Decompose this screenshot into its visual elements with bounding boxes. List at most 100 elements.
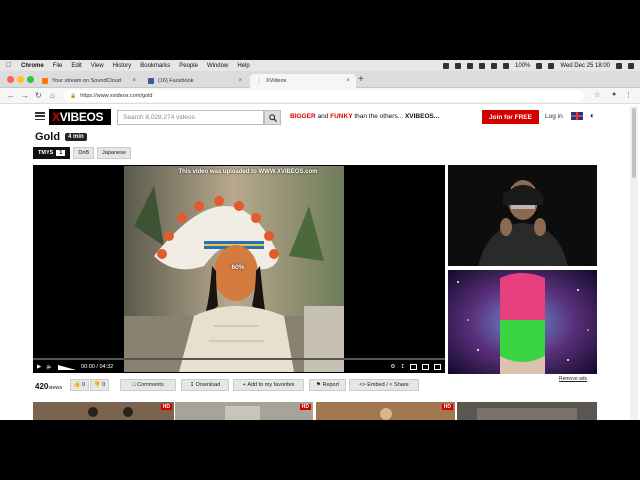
dropbox-icon[interactable]: [443, 62, 450, 69]
menu-view[interactable]: View: [91, 63, 104, 69]
download-button[interactable]: ↧ Download: [181, 379, 229, 391]
search-input[interactable]: Search 8,028,274 videos: [117, 110, 264, 125]
menu-people[interactable]: People: [179, 63, 198, 69]
home-icon[interactable]: ⌂: [50, 91, 55, 101]
add-favorites-button[interactable]: + Add to my favorites: [233, 379, 304, 391]
uk-flag-icon[interactable]: [571, 112, 583, 120]
reload-icon[interactable]: ↻: [35, 91, 42, 101]
tagline-bigger: BIGGER: [290, 113, 316, 120]
tag-japanese[interactable]: Japanese: [97, 147, 131, 159]
ad-thumbnail-1[interactable]: [448, 165, 597, 266]
site-logo[interactable]: X VIBEOS: [49, 109, 111, 125]
cloud-icon[interactable]: [455, 62, 462, 69]
play-icon[interactable]: ▶: [37, 364, 41, 370]
volume-slider[interactable]: [58, 364, 77, 370]
remove-ads-link[interactable]: Remove ads: [559, 376, 587, 382]
video-player[interactable]: This video was uploaded to WWW.XVIBEOS.c…: [33, 165, 445, 373]
menu-edit[interactable]: Edit: [71, 63, 81, 69]
wifi-icon[interactable]: [491, 62, 498, 69]
menu-bookmarks[interactable]: Bookmarks: [140, 63, 170, 69]
battery-percent[interactable]: 100%: [515, 63, 530, 69]
views-label: views: [48, 385, 63, 391]
zoom-window-icon[interactable]: [27, 76, 34, 83]
time-machine-icon[interactable]: [467, 62, 474, 69]
menu-file[interactable]: File: [53, 63, 63, 69]
volume-icon[interactable]: [503, 62, 510, 69]
page-scrollbar[interactable]: [630, 106, 638, 420]
like-button[interactable]: 👍 0: [70, 379, 89, 391]
pip-icon[interactable]: [410, 364, 417, 370]
download-label: Download: [195, 382, 221, 388]
tag-dnb[interactable]: DnB: [73, 147, 95, 159]
menu-help[interactable]: Help: [237, 63, 249, 69]
duration-badge: 4 min: [65, 133, 87, 141]
close-tab-icon[interactable]: ×: [132, 78, 136, 84]
bluetooth-icon[interactable]: [479, 62, 486, 69]
video-thumbnail[interactable]: [457, 402, 597, 420]
tab-xvideos[interactable]: ⋮ XVideos ×: [250, 74, 356, 88]
theme-toggle-icon[interactable]: ◐: [590, 111, 595, 120]
view-count: 420views: [35, 382, 62, 391]
close-tab-icon[interactable]: ×: [346, 78, 350, 84]
close-tab-icon[interactable]: ×: [238, 78, 242, 84]
chrome-menu-icon[interactable]: ⋮: [625, 91, 632, 99]
tagline-rest: than the others...: [354, 113, 404, 120]
input-source-icon[interactable]: [548, 62, 555, 69]
comment-icon: □: [132, 382, 136, 388]
fullscreen-icon[interactable]: [434, 364, 441, 370]
battery-icon[interactable]: [536, 62, 543, 69]
login-link[interactable]: Log in: [545, 113, 563, 120]
tab-title: XVideos: [266, 78, 287, 84]
hd-badge: HD: [441, 404, 453, 410]
player-controls: ▶ 🔈 00:00 / 04:32 ⚙ ↧: [33, 361, 445, 373]
url-text: https://www.xvideos.com/gold: [80, 93, 153, 99]
video-thumbnail[interactable]: HD: [316, 402, 455, 420]
tagline-brand: XVIBEOS...: [404, 113, 440, 120]
video-title: Gold: [35, 131, 61, 143]
menu-history[interactable]: History: [113, 63, 132, 69]
tagline-and: and: [317, 113, 329, 120]
dislike-button[interactable]: 👎 0: [90, 379, 109, 391]
join-button[interactable]: Join for FREE: [482, 110, 539, 124]
clock[interactable]: Wed Dec 25 18:00: [560, 63, 610, 69]
settings-icon[interactable]: ⚙: [390, 364, 395, 370]
time-display: 00:00 / 04:32: [81, 364, 114, 370]
volume-icon[interactable]: 🔈: [46, 364, 53, 370]
spotlight-icon[interactable]: [616, 62, 622, 69]
uploader-tag[interactable]: TMYS 1: [33, 147, 71, 159]
logo-text: VIBEOS: [59, 110, 104, 124]
download-icon[interactable]: ↧: [400, 364, 405, 370]
report-button[interactable]: ⚑ Report: [309, 379, 346, 391]
video-thumbnail[interactable]: HD: [175, 402, 313, 420]
scrollbar-thumb[interactable]: [632, 108, 636, 178]
progress-bar[interactable]: [33, 358, 445, 360]
minimize-window-icon[interactable]: [17, 76, 24, 83]
profile-icon[interactable]: ●: [612, 91, 616, 98]
close-window-icon[interactable]: [7, 76, 14, 83]
embed-share-button[interactable]: <> Embed / < Share: [349, 379, 419, 391]
menu-app[interactable]: Chrome: [21, 63, 44, 69]
tagline: BIGGER and FUNKY than the others... XVIB…: [290, 113, 439, 120]
status-area: 100% Wed Dec 25 18:00: [443, 62, 634, 69]
search-button[interactable]: [264, 110, 281, 125]
cinema-mode-icon[interactable]: [422, 364, 429, 370]
video-thumbnail[interactable]: HD: [33, 402, 174, 420]
comments-label: Comments: [137, 382, 164, 388]
forward-icon[interactable]: →: [21, 91, 29, 101]
plus-icon: +: [242, 382, 246, 388]
ad-thumbnail-2[interactable]: [448, 270, 597, 374]
tab-soundcloud[interactable]: Your stream on SoundCloud ×: [36, 74, 142, 88]
apple-icon[interactable]: : [6, 62, 13, 69]
thumbnail-image: [33, 402, 174, 420]
notification-center-icon[interactable]: [628, 62, 634, 69]
lock-icon[interactable]: 🔒: [70, 93, 76, 99]
comments-button[interactable]: □ Comments: [120, 379, 176, 391]
url-field[interactable]: 🔒 https://www.xvideos.com/gold: [64, 90, 584, 102]
bookmark-star-icon[interactable]: ☆: [594, 91, 600, 99]
ad-image-1: [448, 165, 597, 266]
hamburger-menu-icon[interactable]: [35, 112, 45, 120]
menu-window[interactable]: Window: [207, 63, 228, 69]
new-tab-icon[interactable]: +: [358, 74, 364, 86]
tab-facebook[interactable]: (16) Facebook ×: [142, 74, 248, 88]
back-icon[interactable]: ←: [7, 91, 15, 101]
